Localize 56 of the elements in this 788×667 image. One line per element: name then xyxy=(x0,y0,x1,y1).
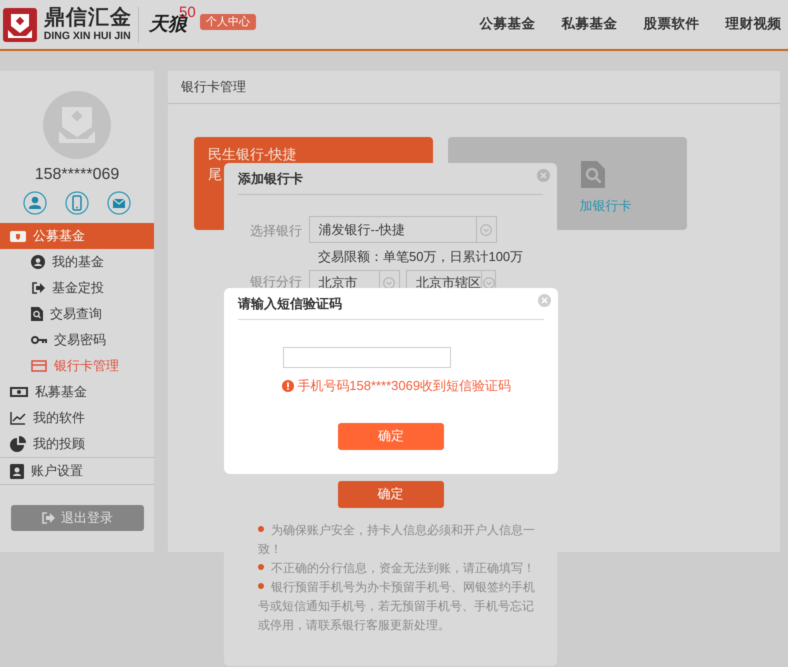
user-icon[interactable] xyxy=(23,191,47,215)
line-chart-icon xyxy=(10,411,26,425)
note-text: 为确保账户安全，持卡人信息必须和开户人信息一致！ xyxy=(258,522,535,558)
warning-icon xyxy=(282,380,294,392)
id-card-icon xyxy=(10,463,24,479)
wallet-icon xyxy=(10,229,26,243)
logo-icon xyxy=(3,8,38,42)
user-center-link[interactable]: 个人中心 xyxy=(200,14,256,30)
bullet-dot xyxy=(258,564,264,570)
user-circle-icon xyxy=(31,255,45,269)
chevron-down-icon xyxy=(480,224,492,236)
limit-note: 交易限额：单笔50万，日累计100万 xyxy=(318,248,524,266)
search-document-icon xyxy=(31,307,43,321)
cash-icon xyxy=(10,386,28,398)
mail-icon[interactable] xyxy=(107,191,131,215)
menu-item[interactable]: 私募基金 xyxy=(0,379,154,405)
sign-out-icon xyxy=(42,512,55,524)
bullet-dot xyxy=(258,582,264,588)
avatar xyxy=(43,91,111,159)
phone-number: 158*****069 xyxy=(34,165,120,185)
bank-name-text: 民生银行-快捷 xyxy=(208,145,297,164)
sign-out-icon xyxy=(31,281,45,295)
confirm-button[interactable]: 确定 xyxy=(338,480,444,508)
add-card-label: 加银行卡 xyxy=(580,197,632,215)
note-text: 银行预留手机号为办卡预留手机号、网银签约手机号或短信通知手机号，若无预留手机号、手机号忘记或停用，请联系银行客服更新处理。 xyxy=(258,578,535,634)
brand-latin-name: DING XIN HUI JIN xyxy=(44,31,132,42)
chevron-down-icon xyxy=(383,277,395,289)
bullet-dot xyxy=(258,526,264,532)
menu-item[interactable]: 公募基金 xyxy=(0,223,154,249)
card-icon xyxy=(31,360,47,372)
nav-link[interactable]: 公募基金 xyxy=(480,14,536,35)
submenu-item[interactable]: 交易查询 xyxy=(0,301,154,327)
pie-chart-icon xyxy=(10,436,26,452)
menu-item[interactable]: 我的软件 xyxy=(0,405,154,431)
phone-icon[interactable] xyxy=(65,191,89,215)
close-icon[interactable] xyxy=(538,294,551,307)
field-label: 银行分行 xyxy=(249,272,302,290)
submenu-item[interactable]: 我的基金 xyxy=(0,249,154,275)
field-label: 选择银行 xyxy=(249,222,302,240)
bank-select[interactable]: 浦发银行--快捷 xyxy=(308,216,496,243)
panel-title: 银行卡管理 xyxy=(181,78,246,96)
search-document-icon xyxy=(580,161,604,188)
code-input[interactable] xyxy=(283,347,451,368)
submenu-item[interactable]: 交易密码 xyxy=(0,327,154,353)
sms-message: 手机号码158****3069收到短信验证码 xyxy=(297,377,512,395)
nav-link[interactable]: 理财视频 xyxy=(726,14,782,35)
card-number-text: 尾 xyxy=(208,165,222,184)
chevron-down-icon xyxy=(482,277,494,289)
menu-item[interactable]: 我的投顾 xyxy=(0,431,154,457)
nav-link[interactable]: 私募基金 xyxy=(562,14,618,35)
note-text: 不正确的分行信息，资金无法到账，请正确填写！ xyxy=(258,558,535,578)
key-icon xyxy=(31,335,47,345)
brand-name: 鼎信汇金 xyxy=(44,7,132,28)
nav-link[interactable]: 股票软件 xyxy=(644,14,700,35)
menu-item[interactable]: 账户设置 xyxy=(0,458,154,484)
submenu-item[interactable]: 基金定投 xyxy=(0,275,154,301)
